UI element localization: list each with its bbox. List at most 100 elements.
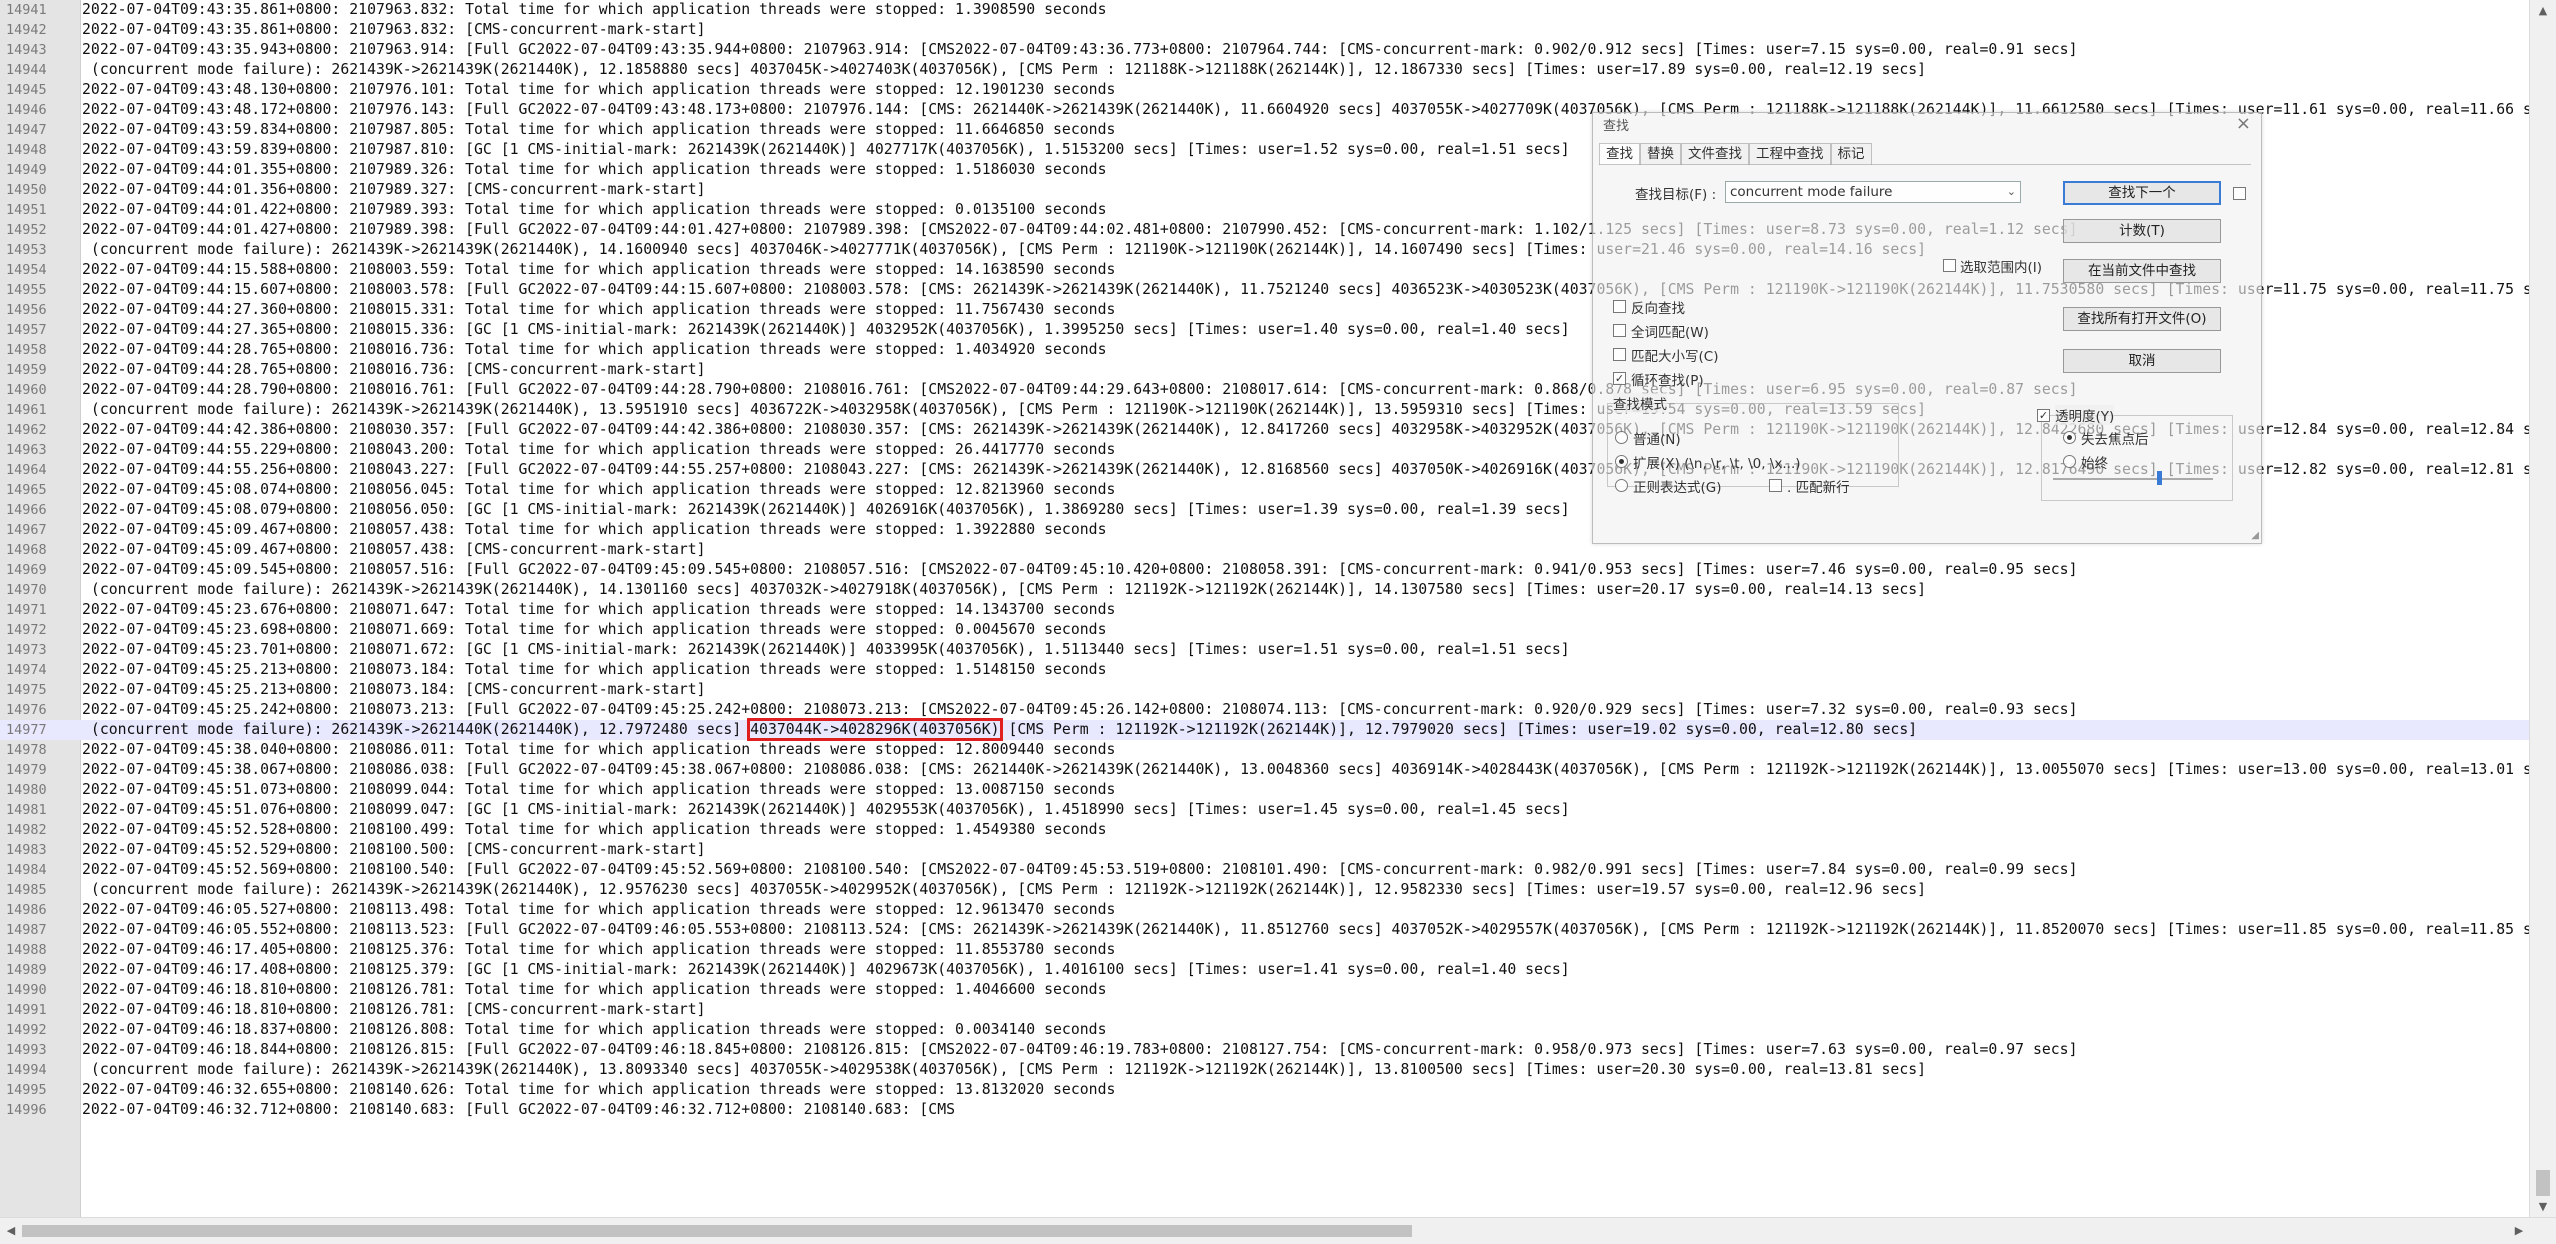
line-text[interactable]: 2022-07-04T09:46:32.712+0800: 2108140.68… [82, 1100, 955, 1120]
backward-checkbox[interactable] [1613, 300, 1626, 313]
close-icon[interactable]: × [2236, 113, 2251, 134]
transparency-slider-track[interactable] [2053, 478, 2213, 480]
line-text[interactable]: (concurrent mode failure): 2621439K->262… [82, 880, 1926, 900]
tab-find-in-project[interactable]: 工程中查找 [1749, 143, 1831, 165]
line-text[interactable]: 2022-07-04T09:46:18.810+0800: 2108126.78… [82, 980, 1106, 1000]
editor-line[interactable]: 14995 2022-07-04T09:46:32.655+0800: 21081… [0, 1080, 2530, 1100]
editor-line[interactable]: 14983 2022-07-04T09:45:52.529+0800: 21081… [0, 840, 2530, 860]
line-text[interactable]: 2022-07-04T09:46:05.552+0800: 2108113.52… [82, 920, 2530, 940]
line-text[interactable]: 2022-07-04T09:45:52.528+0800: 2108100.49… [82, 820, 1106, 840]
line-text[interactable]: 2022-07-04T09:44:01.355+0800: 2107989.32… [82, 160, 1106, 180]
in-selection-checkbox[interactable] [1943, 259, 1956, 272]
line-text[interactable]: 2022-07-04T09:45:09.545+0800: 2108057.51… [82, 560, 2078, 580]
editor-line[interactable]: 14973 2022-07-04T09:45:23.701+0800: 21080… [0, 640, 2530, 660]
editor-line[interactable]: 14994 (concurrent mode failure): 2621439… [0, 1060, 2530, 1080]
line-text[interactable]: 2022-07-04T09:45:52.569+0800: 2108100.54… [82, 860, 2078, 880]
find-in-all-open-files-button[interactable]: 查找所有打开文件(O) [2063, 307, 2221, 331]
line-text[interactable]: 2022-07-04T09:44:28.765+0800: 2108016.73… [82, 340, 1106, 360]
editor-line[interactable]: 14975 2022-07-04T09:45:25.213+0800: 21080… [0, 680, 2530, 700]
line-text[interactable]: 2022-07-04T09:46:18.844+0800: 2108126.81… [82, 1040, 2078, 1060]
line-text[interactable]: (concurrent mode failure): 2621439K->262… [82, 580, 1926, 600]
vertical-scroll-thumb[interactable] [2536, 1170, 2550, 1196]
editor-line[interactable]: 14986 2022-07-04T09:46:05.527+0800: 21081… [0, 900, 2530, 920]
always-radio[interactable] [2063, 455, 2076, 468]
line-text[interactable]: 2022-07-04T09:45:51.076+0800: 2108099.04… [82, 800, 1570, 820]
line-text[interactable]: 2022-07-04T09:43:59.839+0800: 2107987.81… [82, 140, 1570, 160]
line-text[interactable]: 2022-07-04T09:44:28.765+0800: 2108016.73… [82, 360, 706, 380]
line-text[interactable]: 2022-07-04T09:45:38.067+0800: 2108086.03… [82, 760, 2530, 780]
editor-line[interactable]: 14992 2022-07-04T09:46:18.837+0800: 21081… [0, 1020, 2530, 1040]
line-text[interactable]: 2022-07-04T09:46:05.527+0800: 2108113.49… [82, 900, 1115, 920]
dot-matches-newline-checkbox[interactable] [1769, 479, 1782, 492]
scroll-down-icon[interactable]: ▼ [2530, 1196, 2556, 1218]
line-text[interactable]: 2022-07-04T09:45:25.213+0800: 2108073.18… [82, 660, 1106, 680]
scroll-right-icon[interactable]: ▶ [2508, 1218, 2530, 1244]
line-text[interactable]: 2022-07-04T09:45:23.676+0800: 2108071.64… [82, 600, 1115, 620]
editor-line[interactable]: 14993 2022-07-04T09:46:18.844+0800: 21081… [0, 1040, 2530, 1060]
line-text[interactable]: (concurrent mode failure): 2621439K->262… [82, 718, 1917, 741]
mode-extended-radio[interactable] [1615, 455, 1628, 468]
line-text[interactable]: 2022-07-04T09:45:38.040+0800: 2108086.01… [82, 740, 1115, 760]
count-button[interactable]: 计数(T) [2063, 219, 2221, 243]
line-text[interactable]: 2022-07-04T09:45:08.079+0800: 2108056.05… [82, 500, 1570, 520]
tab-find[interactable]: 查找 [1599, 143, 1640, 165]
horizontal-scrollbar[interactable]: ◀ ▶ [0, 1217, 2556, 1244]
editor-line[interactable]: 14944 (concurrent mode failure): 2621439… [0, 60, 2530, 80]
editor-line[interactable]: 14980 2022-07-04T09:45:51.073+0800: 21080… [0, 780, 2530, 800]
editor-line[interactable]: 14984 2022-07-04T09:45:52.569+0800: 21081… [0, 860, 2530, 880]
editor-line[interactable]: 14974 2022-07-04T09:45:25.213+0800: 21080… [0, 660, 2530, 680]
editor-line[interactable]: 14945 2022-07-04T09:43:48.130+0800: 21079… [0, 80, 2530, 100]
editor-line[interactable]: 14972 2022-07-04T09:45:23.698+0800: 21080… [0, 620, 2530, 640]
line-text[interactable]: (concurrent mode failure): 2621439K->262… [82, 60, 1926, 80]
line-text[interactable]: (concurrent mode failure): 2621439K->262… [82, 1060, 1926, 1080]
line-text[interactable]: 2022-07-04T09:45:08.074+0800: 2108056.04… [82, 480, 1115, 500]
find-dialog[interactable]: 查找 × 查找 替换 文件查找 工程中查找 标记 查找目标(F) : concu… [1592, 112, 2262, 544]
mode-regex-radio[interactable] [1615, 479, 1628, 492]
editor-line[interactable]: 14976 2022-07-04T09:45:25.242+0800: 21080… [0, 700, 2530, 720]
line-text[interactable]: 2022-07-04T09:46:18.837+0800: 2108126.80… [82, 1020, 1106, 1040]
transparency-slider-thumb[interactable] [2157, 471, 2162, 485]
tab-mark[interactable]: 标记 [1830, 143, 1872, 165]
editor-line[interactable]: 14942 2022-07-04T09:43:35.861+0800: 21079… [0, 20, 2530, 40]
editor-line[interactable]: 14982 2022-07-04T09:45:52.528+0800: 21081… [0, 820, 2530, 840]
editor-line[interactable]: 14989 2022-07-04T09:46:17.408+0800: 21081… [0, 960, 2530, 980]
line-text[interactable]: 2022-07-04T09:44:15.588+0800: 2108003.55… [82, 260, 1115, 280]
horizontal-scroll-thumb[interactable] [22, 1225, 1412, 1237]
line-text[interactable]: 2022-07-04T09:45:09.467+0800: 2108057.43… [82, 520, 1106, 540]
find-target-input[interactable]: concurrent mode failure ⌄ [1725, 181, 2021, 203]
editor-line[interactable]: 14969 2022-07-04T09:45:09.545+0800: 21080… [0, 560, 2530, 580]
cancel-button[interactable]: 取消 [2063, 349, 2221, 373]
scroll-up-icon[interactable]: ▲ [2530, 0, 2556, 22]
whole-word-checkbox[interactable] [1613, 324, 1626, 337]
resize-grip-icon[interactable]: ◢ [2251, 530, 2259, 541]
line-text[interactable]: 2022-07-04T09:45:51.073+0800: 2108099.04… [82, 780, 1115, 800]
line-text[interactable]: 2022-07-04T09:43:35.943+0800: 2107963.91… [82, 40, 2078, 60]
mode-normal-radio[interactable] [1615, 431, 1628, 444]
line-text[interactable]: 2022-07-04T09:45:25.213+0800: 2108073.18… [82, 680, 706, 700]
line-text[interactable]: 2022-07-04T09:44:55.229+0800: 2108043.20… [82, 440, 1115, 460]
editor-line[interactable]: 14991 2022-07-04T09:46:18.810+0800: 21081… [0, 1000, 2530, 1020]
editor-line[interactable]: 14970 (concurrent mode failure): 2621439… [0, 580, 2530, 600]
line-text[interactable]: 2022-07-04T09:44:01.356+0800: 2107989.32… [82, 180, 706, 200]
editor-line[interactable]: 14987 2022-07-04T09:46:05.552+0800: 21081… [0, 920, 2530, 940]
editor-line[interactable]: 14978 2022-07-04T09:45:38.040+0800: 21080… [0, 740, 2530, 760]
find-next-option-checkbox[interactable] [2233, 187, 2246, 200]
line-text[interactable]: 2022-07-04T09:45:52.529+0800: 2108100.50… [82, 840, 706, 860]
editor-line[interactable]: 14971 2022-07-04T09:45:23.676+0800: 21080… [0, 600, 2530, 620]
editor-line[interactable]: 14977 (concurrent mode failure): 2621439… [0, 718, 2530, 741]
line-text[interactable]: 2022-07-04T09:46:32.655+0800: 2108140.62… [82, 1080, 1115, 1100]
scroll-left-icon[interactable]: ◀ [0, 1218, 22, 1244]
line-text[interactable]: 2022-07-04T09:43:48.130+0800: 2107976.10… [82, 80, 1115, 100]
find-in-current-file-button[interactable]: 在当前文件中查找 [2063, 259, 2221, 283]
line-text[interactable]: 2022-07-04T09:44:01.422+0800: 2107989.39… [82, 200, 1106, 220]
find-next-button[interactable]: 查找下一个 [2063, 181, 2221, 205]
editor-line[interactable]: 14943 2022-07-04T09:43:35.943+0800: 21079… [0, 40, 2530, 60]
match-case-checkbox[interactable] [1613, 348, 1626, 361]
line-text[interactable]: 2022-07-04T09:43:59.834+0800: 2107987.80… [82, 120, 1115, 140]
tab-find-in-files[interactable]: 文件查找 [1681, 143, 1749, 165]
editor-line[interactable]: 14988 2022-07-04T09:46:17.405+0800: 21081… [0, 940, 2530, 960]
line-text[interactable]: 2022-07-04T09:46:18.810+0800: 2108126.78… [82, 1000, 706, 1020]
selected-text-highlight[interactable]: 4037044K->4028296K(4037056K) [747, 718, 1003, 741]
editor-line[interactable]: 14981 2022-07-04T09:45:51.076+0800: 21080… [0, 800, 2530, 820]
line-text[interactable]: 2022-07-04T09:45:23.698+0800: 2108071.66… [82, 620, 1106, 640]
